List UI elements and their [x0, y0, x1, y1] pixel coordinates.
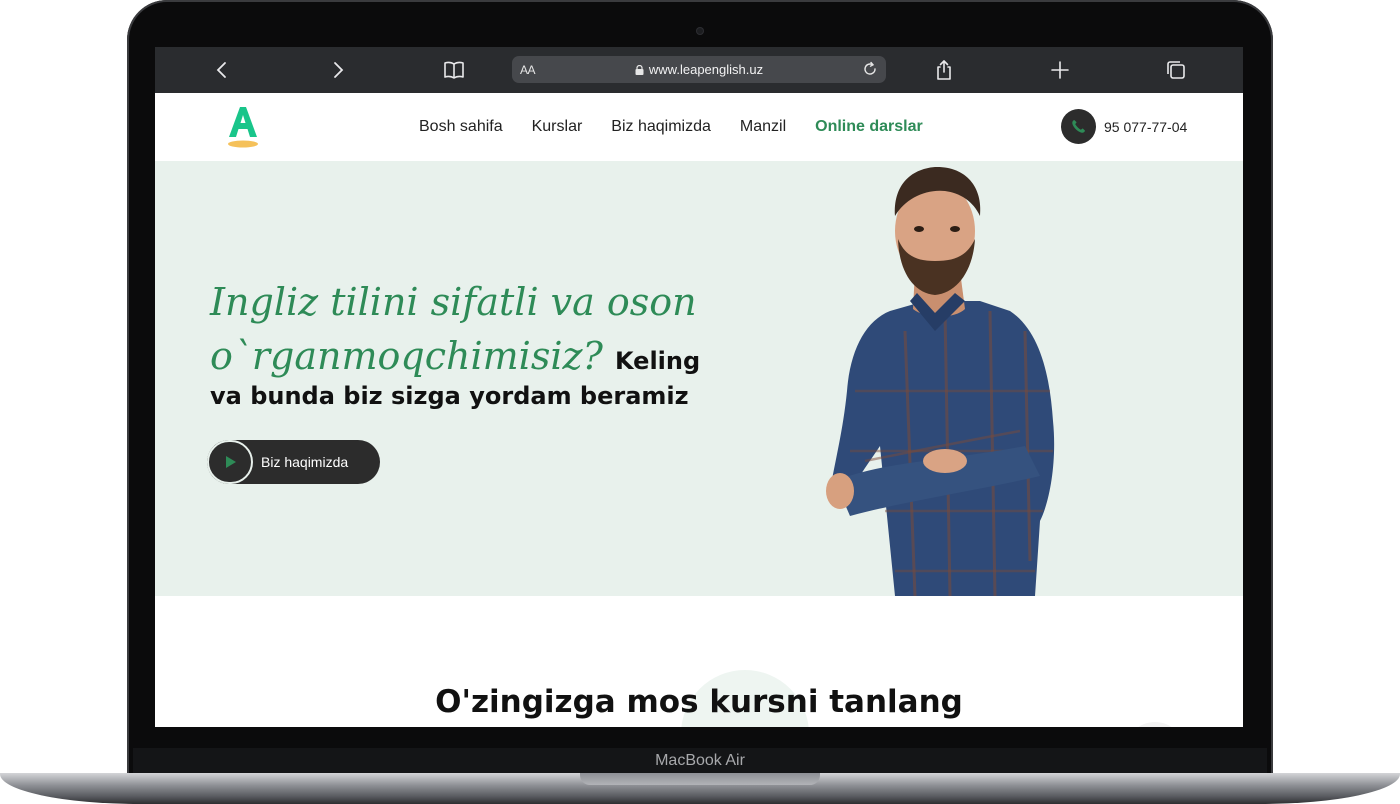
hero-section: Ingliz tilini sifatli va oson o`rganmoqc… [155, 161, 1243, 596]
section-title: O'zingizga mos kursni tanlang [435, 684, 963, 720]
play-icon [226, 456, 236, 468]
device-label: MacBook Air [655, 752, 745, 769]
camera-dot [696, 27, 704, 35]
tabs-icon[interactable] [1164, 58, 1188, 82]
nav-item-kurslar[interactable]: Kurslar [532, 118, 583, 136]
hero-headline-line-2: o`rganmoqchimisiz? Keling [210, 329, 700, 388]
lock-icon [635, 63, 644, 75]
site-header: Bosh sahifa Kurslar Biz haqimizda Manzil… [155, 93, 1243, 161]
address-bar[interactable]: AA www.leapenglish.uz [512, 56, 886, 83]
nav-item-bosh-sahifa[interactable]: Bosh sahifa [419, 118, 503, 136]
forward-icon[interactable] [326, 58, 350, 82]
about-us-button[interactable]: Biz haqimizda [207, 440, 380, 484]
main-nav: Bosh sahifa Kurslar Biz haqimizda Manzil… [419, 118, 923, 136]
hero-headline-line-1: Ingliz tilini sifatli va oson [210, 280, 697, 324]
browser-toolbar: AA www.leapenglish.uz [155, 47, 1243, 93]
nav-item-online-darslar[interactable]: Online darslar [815, 118, 923, 136]
decorative-circle [1125, 722, 1185, 727]
phone-button[interactable] [1061, 109, 1096, 144]
play-button[interactable] [207, 440, 253, 484]
phone-icon [1072, 119, 1086, 133]
reload-icon[interactable] [860, 59, 880, 79]
url-text: www.leapenglish.uz [648, 62, 764, 77]
nav-item-biz-haqimizda[interactable]: Biz haqimizda [611, 118, 711, 136]
phone-number[interactable]: 95 077-77-04 [1104, 119, 1187, 135]
share-icon[interactable] [932, 58, 956, 82]
hero-headline-black-part: Keling [614, 347, 701, 375]
screen: AA www.leapenglish.uz Bosh sahifa Kursla… [155, 47, 1243, 727]
back-icon[interactable] [210, 58, 234, 82]
courses-section: O'zingizga mos kursni tanlang [155, 596, 1243, 727]
nav-item-manzil[interactable]: Manzil [740, 118, 786, 136]
hero-subheadline: va bunda biz sizga yordam beramiz [210, 382, 689, 410]
leap-logo[interactable] [225, 103, 261, 149]
teacher-photo [826, 166, 1055, 596]
hero-headline-green-part: o`rganmoqchimisiz? [210, 334, 603, 378]
about-us-button-label: Biz haqimizda [261, 454, 349, 470]
laptop-notch [580, 773, 820, 785]
bookmarks-icon[interactable] [442, 58, 466, 82]
new-tab-icon[interactable] [1048, 58, 1072, 82]
